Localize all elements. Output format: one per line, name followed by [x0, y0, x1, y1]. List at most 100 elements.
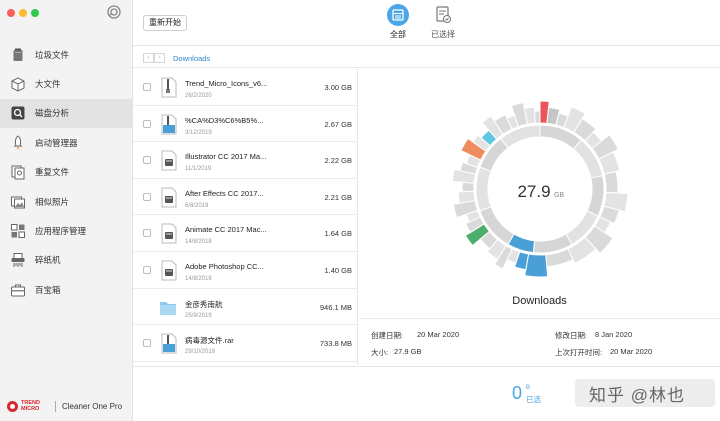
- sidebar-item-label: 相似照片: [35, 196, 70, 207]
- shredder-icon: [11, 253, 25, 268]
- brand-logo-text: TREND MICRO: [21, 400, 40, 412]
- sidebar-item-large-files[interactable]: 大文件: [0, 69, 133, 98]
- tab-all[interactable]: 全部: [378, 4, 418, 40]
- sidebar-item-label: 应用程序管理: [35, 226, 87, 237]
- trash-icon: [13, 48, 23, 61]
- sidebar-item-similar-photos[interactable]: 相似照片: [0, 187, 133, 216]
- sidebar-item-disk-analysis[interactable]: 磁盘分析: [0, 98, 133, 129]
- donut-outer-segment[interactable]: [461, 181, 475, 193]
- list-item[interactable]: Trend_Micro_Icons_v6... 26/2/2020 3.00 G…: [133, 69, 357, 106]
- file-checkbox[interactable]: [143, 229, 151, 238]
- file-date: 26/2/2020: [185, 93, 212, 99]
- disk-analysis-icon: [11, 106, 25, 120]
- support-icon[interactable]: [106, 4, 122, 20]
- dmg-file-icon: [161, 223, 177, 244]
- file-date: 14/8/2018: [185, 239, 212, 246]
- product-name: Cleaner One Pro: [62, 402, 123, 411]
- list-item[interactable]: After Effects CC 2017... 6/8/2019 2.21 G…: [133, 179, 357, 216]
- toolbar: 重新开始 全部 已选择: [133, 0, 720, 46]
- file-name: 病毒源文件.rar: [185, 336, 234, 346]
- file-date: 14/8/2018: [185, 275, 212, 282]
- donut-outer-segment[interactable]: [603, 170, 619, 194]
- sidebar-item-label: 磁盘分析: [35, 108, 70, 119]
- file-date: 6/8/2019: [185, 202, 209, 209]
- list-item[interactable]: 病毒源文件.rar 29/10/2019 733.8 MB: [133, 325, 357, 362]
- list-item[interactable]: 金彦秀南航 25/9/2019 946.1 MB: [133, 289, 357, 326]
- dmg-file-icon: [161, 187, 177, 208]
- archive-file-icon: [161, 114, 177, 135]
- divider: [359, 318, 720, 319]
- brand: TREND MICRO Cleaner One Pro: [7, 400, 123, 412]
- sidebar-item-label: 启动管理器: [35, 137, 78, 148]
- dmg-file-icon: [161, 260, 177, 281]
- file-name: Trend_Micro_Icons_v6...: [185, 79, 268, 88]
- file-checkbox[interactable]: [143, 119, 151, 128]
- file-name: After Effects CC 2017...: [185, 188, 264, 198]
- sidebar-item-startup-manager[interactable]: 启动管理器: [0, 128, 133, 157]
- total-size-value: 27.9: [517, 182, 550, 201]
- list-item[interactable]: Animate CC 2017 Mac... 14/8/2018 1.64 GB: [133, 215, 357, 252]
- sidebar-item-label: 大文件: [35, 79, 61, 90]
- footer: 0 B 已选 知乎 @林也: [133, 366, 720, 421]
- donut-outer-segment[interactable]: [534, 110, 541, 124]
- file-checkbox[interactable]: [143, 156, 151, 165]
- donut-inner-segment[interactable]: [586, 175, 605, 217]
- breadcrumb-current[interactable]: Downloads: [173, 54, 210, 63]
- sidebar: 垃圾文件 大文件 磁盘分析 启动管理器 重复文件 相似照片 应用程序管理 碎纸机…: [0, 0, 133, 421]
- zip-file-icon: [161, 77, 177, 98]
- list-item[interactable]: Illustrator CC 2017 Ma... 11/1/2019 2.22…: [133, 142, 357, 179]
- file-checkbox[interactable]: [143, 265, 151, 274]
- selected-count: 0: [512, 383, 523, 403]
- tab-selected[interactable]: 已选择: [423, 4, 463, 40]
- sidebar-item-toolbox[interactable]: 百宝箱: [0, 275, 133, 304]
- archive-file-icon: [161, 333, 177, 354]
- tab-label: 已选择: [431, 30, 455, 39]
- file-date: 29/10/2019: [185, 349, 216, 356]
- selected-label: 已选: [526, 395, 541, 404]
- close-window-button[interactable]: [7, 9, 15, 17]
- size-value: 27.9 GB: [394, 347, 422, 356]
- trend-micro-logo-icon: [7, 401, 18, 412]
- file-checkbox[interactable]: [143, 83, 151, 91]
- back-arrow-icon[interactable]: ‹: [143, 53, 154, 63]
- file-size: 3.00 GB: [324, 83, 352, 92]
- file-size: 733.8 MB: [319, 339, 352, 349]
- sidebar-item-duplicate-files[interactable]: 重复文件: [0, 158, 133, 187]
- file-date: 11/1/2019: [185, 166, 212, 173]
- file-size: 2.67 GB: [324, 119, 352, 129]
- modified-label: 修改日期:: [555, 331, 588, 340]
- forward-arrow-icon[interactable]: ›: [154, 53, 165, 63]
- window-controls: [7, 9, 39, 17]
- duplicate-icon: [11, 165, 25, 180]
- file-name: %CA%D3%C6%B5%...: [185, 115, 264, 125]
- breadcrumb: ‹ › Downloads: [133, 48, 720, 68]
- file-size: 2.21 GB: [324, 192, 352, 202]
- file-name: Illustrator CC 2017 Ma...: [185, 152, 267, 162]
- sidebar-item-junk-files[interactable]: 垃圾文件: [0, 40, 133, 69]
- file-date: 25/9/2019: [185, 312, 212, 319]
- file-checkbox[interactable]: [143, 192, 151, 201]
- zoom-window-button[interactable]: [31, 9, 39, 17]
- last-opened-value: 20 Mar 2020: [610, 347, 653, 356]
- donut-inner-segment[interactable]: [475, 166, 492, 212]
- sidebar-item-app-manager[interactable]: 应用程序管理: [0, 216, 133, 245]
- sidebar-item-label: 百宝箱: [35, 284, 61, 295]
- all-files-icon: [387, 4, 409, 26]
- last-opened-label: 上次打开时间:: [555, 348, 603, 357]
- file-checkbox[interactable]: [143, 339, 151, 348]
- folder-title: Downloads: [512, 295, 567, 307]
- list-item[interactable]: %CA%D3%C6%B5%... 3/12/2019 2.67 GB: [133, 106, 357, 143]
- disk-usage-donut[interactable]: 27.9 GB: [450, 99, 630, 279]
- file-size: 2.22 GB: [324, 156, 352, 166]
- sidebar-nav: 垃圾文件 大文件 磁盘分析 启动管理器 重复文件 相似照片 应用程序管理 碎纸机…: [0, 40, 133, 305]
- toolbox-icon: [11, 284, 25, 297]
- list-item[interactable]: Adobe Photoshop CC... 14/8/2018 1.40 GB: [133, 252, 357, 289]
- minimize-window-button[interactable]: [19, 9, 27, 17]
- history-nav: ‹ ›: [143, 53, 165, 63]
- file-name: 金彦秀南航: [185, 299, 223, 309]
- sidebar-item-shredder[interactable]: 碎纸机: [0, 246, 133, 275]
- box-icon: [11, 77, 25, 92]
- created-label: 创建日期:: [371, 331, 404, 340]
- restart-button[interactable]: 重新开始: [143, 15, 187, 31]
- file-size: 1.64 GB: [324, 229, 352, 239]
